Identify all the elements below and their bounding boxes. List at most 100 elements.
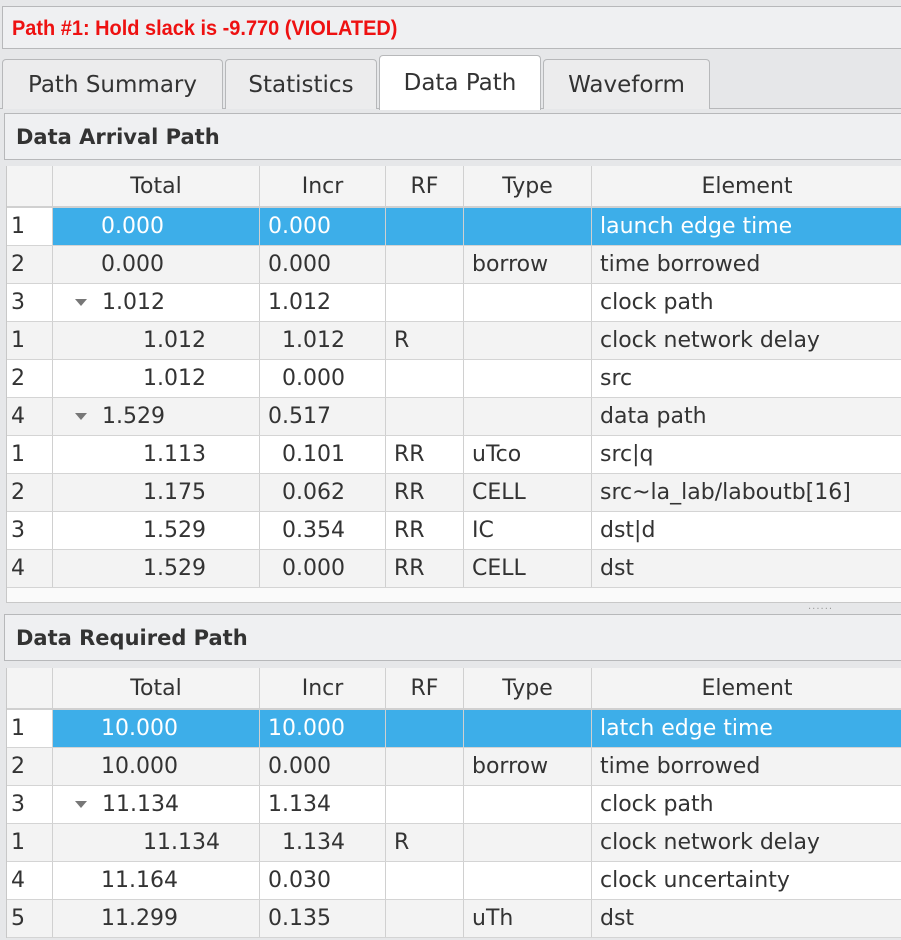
cell-incr: 0.354 [260, 512, 386, 549]
cell-element: clock network delay [592, 824, 901, 861]
row-number: 2 [7, 474, 53, 511]
cell-total: 1.529 [53, 398, 260, 435]
cell-type [464, 322, 592, 359]
cell-rf-text: RR [394, 442, 425, 467]
cell-incr-text: 0.517 [268, 404, 331, 429]
tab-statistics[interactable]: Statistics [225, 59, 377, 109]
cell-type [464, 360, 592, 397]
table-row[interactable]: 1 1.012 1.012 Rclock network delay [7, 322, 901, 360]
column-header-type[interactable]: Type [464, 166, 592, 206]
tab-waveform[interactable]: Waveform [543, 59, 710, 109]
column-header-element[interactable]: Element [592, 166, 901, 206]
cell-total: 11.134 [53, 786, 260, 823]
expand-toggle-icon[interactable] [75, 413, 87, 420]
cell-incr-text: 0.000 [268, 214, 331, 239]
tab-path-summary[interactable]: Path Summary [2, 59, 223, 109]
table-header-row: Total Incr RF Type Element [7, 166, 901, 208]
cell-type: IC [464, 512, 592, 549]
cell-rf: R [386, 824, 464, 861]
cell-element-text: clock path [600, 290, 714, 315]
cell-total-text: 1.529 [143, 556, 206, 581]
expand-toggle-icon[interactable] [75, 299, 87, 306]
cell-total-text: 10.000 [101, 754, 178, 779]
cell-total-text: 1.012 [102, 290, 165, 315]
cell-incr-text: 0.135 [268, 906, 331, 931]
table-row[interactable]: 4 1.529 0.000 RR CELL dst [7, 550, 901, 588]
cell-type [464, 398, 592, 435]
table-row[interactable]: 2 0.000 0.000 borrow time borrowed [7, 246, 901, 284]
cell-rf: RR [386, 474, 464, 511]
cell-total: 10.000 [53, 710, 260, 747]
table-row[interactable]: 1 0.000 0.000 launch edge time [7, 208, 901, 246]
cell-type: borrow [464, 246, 592, 283]
cell-element-text: src~la_lab/laboutb[16] [600, 480, 851, 505]
column-header-type[interactable]: Type [464, 668, 592, 708]
cell-total: 11.134 [53, 824, 260, 861]
cell-element-text: dst|d [600, 518, 656, 543]
cell-type-text: borrow [472, 252, 549, 277]
row-number: 1 [7, 208, 53, 245]
table-row[interactable]: 1 11.134 1.134 Rclock network delay [7, 824, 901, 862]
table-row[interactable]: 2 1.012 0.000 src [7, 360, 901, 398]
table-row[interactable]: 3 11.134 1.134 clock path [7, 786, 901, 824]
cell-incr-text: 1.134 [268, 792, 331, 817]
cell-incr: 1.134 [260, 824, 386, 861]
cell-incr-text: 0.000 [282, 366, 345, 391]
column-header-incr[interactable]: Incr [260, 668, 386, 708]
tab-bar: Path Summary Statistics Data Path Wavefo… [0, 55, 901, 110]
cell-type-text: borrow [472, 754, 549, 779]
cell-incr-text: 0.354 [282, 518, 345, 543]
cell-element: dst [592, 900, 901, 937]
data-arrival-title: Data Arrival Path [16, 125, 220, 149]
cell-total-text: 1.175 [143, 480, 206, 505]
cell-total-text: 1.012 [143, 328, 206, 353]
cell-element: data path [592, 398, 901, 435]
cell-total-text: 10.000 [101, 716, 178, 741]
column-header-rf[interactable]: RF [386, 166, 464, 206]
table-row[interactable]: 1 1.113 0.101 RR uTco src|q [7, 436, 901, 474]
cell-rf-text: RR [394, 556, 425, 581]
cell-rf-text: R [394, 830, 410, 855]
table-row[interactable]: 3 1.529 0.354 RR IC dst|d [7, 512, 901, 550]
expand-toggle-icon[interactable] [75, 801, 87, 808]
column-header-element[interactable]: Element [592, 668, 901, 708]
column-header-total[interactable]: Total [53, 166, 260, 206]
cell-incr-text: 10.000 [268, 716, 345, 741]
cell-incr: 0.135 [260, 900, 386, 937]
cell-total-text: 1.529 [143, 518, 206, 543]
table-row[interactable]: 5 11.299 0.135 uTh dst [7, 900, 901, 938]
column-header-rf[interactable]: RF [386, 668, 464, 708]
column-header-total[interactable]: Total [53, 668, 260, 708]
cell-total: 1.012 [53, 360, 260, 397]
cell-total: 11.164 [53, 862, 260, 899]
cell-rf: RR [386, 436, 464, 473]
table-row[interactable]: 4 1.529 0.517 data path [7, 398, 901, 436]
row-number: 3 [7, 284, 53, 321]
column-header-incr[interactable]: Incr [260, 166, 386, 206]
table-row[interactable]: 3 1.012 1.012 clock path [7, 284, 901, 322]
row-number: 1 [7, 436, 53, 473]
cell-element: clock path [592, 786, 901, 823]
cell-element-text: clock uncertainty [600, 868, 790, 893]
cell-rf-text: RR [394, 480, 425, 505]
cell-rf [386, 900, 464, 937]
cell-element: time borrowed [592, 748, 901, 785]
row-number: 1 [7, 824, 53, 861]
cell-incr: 0.000 [260, 246, 386, 283]
cell-element-text: time borrowed [600, 754, 761, 779]
cell-total-text: 0.000 [101, 214, 164, 239]
cell-type-text: CELL [472, 480, 526, 505]
cell-total: 0.000 [53, 246, 260, 283]
row-number: 2 [7, 360, 53, 397]
path-title-bar: Path #1: Hold slack is -9.770 (VIOLATED) [2, 6, 901, 49]
cell-type-text: uTh [472, 906, 514, 931]
table-row[interactable]: 4 11.164 0.030 clock uncertainty [7, 862, 901, 900]
cell-rf [386, 786, 464, 823]
tab-data-path[interactable]: Data Path [379, 55, 541, 110]
table-row[interactable]: 2 1.175 0.062 RR CELL src~la_lab/laboutb[16] [7, 474, 901, 512]
table-row[interactable]: 2 10.000 0.000 borrow time borrowed [7, 748, 901, 786]
table-empty-area [6, 588, 901, 603]
table-row[interactable]: 1 10.000 10.000 latch edge time [7, 710, 901, 748]
cell-incr: 10.000 [260, 710, 386, 747]
cell-type: uTh [464, 900, 592, 937]
